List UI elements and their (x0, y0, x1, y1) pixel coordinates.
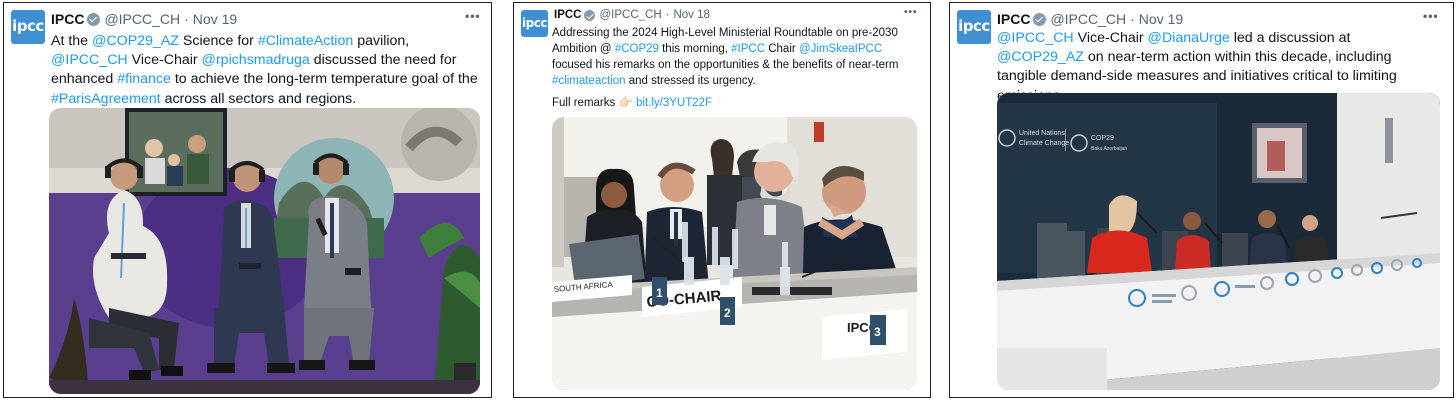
tweet-header: IPCC @IPCC_CH · Nov 19 (51, 11, 237, 27)
tweet-text-segment: led a discussion at (1229, 30, 1351, 46)
tweet-link[interactable]: @COP29_AZ (997, 49, 1084, 65)
account-name[interactable]: IPCC (51, 11, 84, 27)
tweet-link[interactable]: @DianaUrge (1148, 30, 1230, 46)
tweet-link[interactable]: @COP29_AZ (92, 33, 179, 49)
tweet-text-segment: pavilion, (353, 33, 410, 49)
pointing-hand-icon: 👉🏻 (618, 97, 633, 109)
tweet-text: At the @COP29_AZ Science for #ClimateAct… (51, 32, 481, 109)
full-remarks-link[interactable]: bit.ly/3YUT22F (636, 97, 712, 109)
ipcc-avatar[interactable]: ipcc (11, 10, 45, 44)
tweet-link[interactable]: #climateaction (552, 75, 626, 87)
tweet-photo-panel[interactable] (49, 108, 480, 394)
tweet-link[interactable]: #IPCC (731, 43, 765, 55)
seat-number-1: 1 (656, 286, 663, 300)
tweet-card-1[interactable]: ipcc IPCC @IPCC_CH · Nov 19 ••• At the @… (3, 2, 492, 398)
account-handle[interactable]: @IPCC_CH (1050, 11, 1126, 27)
tweet-link[interactable]: @JimSkeaIPCC (799, 43, 882, 55)
tweet-text-segment: At the (51, 33, 93, 49)
more-options-icon[interactable]: ••• (1423, 9, 1439, 23)
tweet-text-segment: this morning, (658, 43, 732, 55)
tweet-link[interactable]: #COP29 (615, 43, 659, 55)
tweet-header: IPCC @IPCC_CH · Nov 19 (997, 11, 1183, 27)
verified-badge-icon (1033, 12, 1047, 26)
un-logo-text: United Nations (1019, 130, 1065, 137)
tweet-text-segment: Vice-Chair (1073, 30, 1148, 46)
tweet-text-segment: across all sectors and regions. (160, 90, 357, 107)
roundtable-photo-image: SOUTH AFRICA CO-CHAIR IPCC 1 2 3 (552, 117, 917, 390)
panel-photo-image (49, 108, 480, 394)
tweet-date[interactable]: Nov 19 (193, 11, 237, 27)
tweet-date[interactable]: Nov 19 (1139, 11, 1183, 27)
tweet-text-segment: Science for (178, 33, 258, 49)
tweet-link[interactable]: #ClimateAction (258, 33, 353, 49)
tweet-text-segment: Chair (765, 43, 799, 55)
tweet-text-segment: focused his remarks on the opportunities… (552, 59, 899, 71)
more-options-icon[interactable]: ••• (465, 9, 481, 23)
verified-badge-icon (584, 9, 596, 21)
tweet-link[interactable]: #ParisAgreement (51, 91, 161, 107)
tweet-card-2[interactable]: ipcc IPCC @IPCC_CH · Nov 18 ••• Addressi… (513, 2, 931, 398)
tweet-text-segment: and stressed its urgency. (625, 75, 756, 87)
verified-badge-icon (87, 12, 101, 26)
seat-number-2: 2 (724, 306, 731, 320)
climate-change-logo-text: Climate Change (1019, 140, 1069, 147)
tweet-text-segment: to achieve the long-term temperature goa… (170, 71, 478, 88)
cop29-stage-photo-image: United Nations Climate Change COP29 Baku… (997, 93, 1440, 390)
account-name[interactable]: IPCC (997, 11, 1030, 27)
tweet-photo-panel[interactable]: SOUTH AFRICA CO-CHAIR IPCC 1 2 3 (552, 117, 917, 390)
tweet-text: Addressing the 2024 High-Level Ministeri… (552, 25, 922, 89)
more-options-icon[interactable]: ••• (904, 7, 918, 18)
tweet-header: IPCC @IPCC_CH · Nov 18 (554, 9, 710, 21)
tweet-link[interactable]: @IPCC_CH (51, 52, 128, 68)
seat-number-3: 3 (874, 325, 881, 339)
full-remarks-label: Full remarks (552, 97, 616, 109)
account-name[interactable]: IPCC (554, 9, 581, 21)
baku-logo-text: Baku Azerbaijan (1091, 146, 1127, 152)
ipcc-avatar[interactable]: ipcc (957, 10, 991, 44)
tweet-card-3[interactable]: ipcc IPCC @IPCC_CH · Nov 19 ••• @IPCC_CH… (949, 2, 1454, 398)
tweet-link[interactable]: @rpichsmadruga (202, 52, 310, 68)
cop29-logo-text: COP29 (1091, 135, 1114, 142)
account-handle[interactable]: @IPCC_CH (599, 9, 661, 21)
separator-dot: · (665, 9, 670, 21)
separator-dot: · (184, 11, 189, 27)
tweet-date[interactable]: Nov 18 (673, 9, 709, 21)
ipcc-avatar[interactable]: ipcc (521, 10, 548, 37)
tweet-link[interactable]: @IPCC_CH (997, 30, 1074, 46)
tweet-link[interactable]: #finance (117, 71, 171, 87)
tweet-text-segment: Vice-Chair (127, 52, 202, 69)
separator-dot: · (1130, 11, 1135, 27)
account-handle[interactable]: @IPCC_CH (104, 11, 180, 27)
full-remarks-line: Full remarks 👉🏻 bit.ly/3YUT22F (552, 95, 712, 111)
tweet-photo-panel[interactable]: United Nations Climate Change COP29 Baku… (997, 93, 1440, 390)
